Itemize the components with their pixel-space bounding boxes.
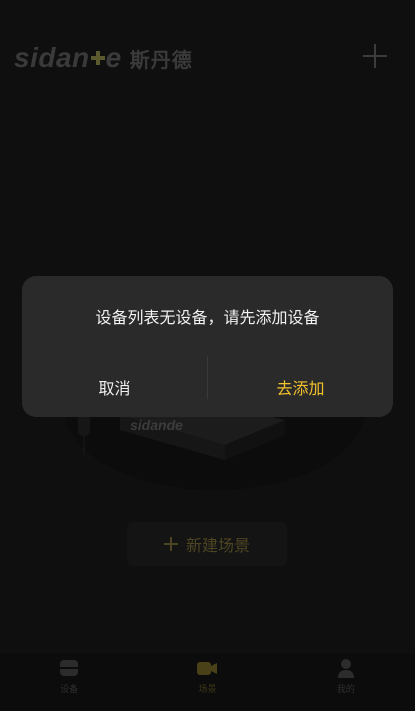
tab-scenes[interactable]: 场景 bbox=[138, 653, 276, 711]
tab-mine[interactable]: 我的 bbox=[277, 653, 415, 711]
device-icon bbox=[60, 660, 79, 676]
bottom-tab-bar: 设备 场景 我的 bbox=[0, 653, 415, 711]
brand-cross-icon bbox=[90, 51, 105, 65]
tab-mine-label: 我的 bbox=[336, 685, 355, 695]
new-scene-label: 新建场景 bbox=[185, 536, 250, 555]
brand-latin-name: sidan e bbox=[14, 42, 122, 74]
brand-latin-start: sidan bbox=[14, 42, 90, 73]
brand-chinese-name: 斯丹德 bbox=[129, 47, 193, 72]
dialog-buttons: 取消 去添加 bbox=[22, 356, 393, 417]
dialog-message: 设备列表无设备，请先添加设备 bbox=[95, 308, 320, 327]
app-screen: sidan e 斯丹德 sidande 新建场景 设备 场景 我的 设备列表无设… bbox=[0, 0, 415, 711]
cancel-button[interactable]: 取消 bbox=[22, 356, 207, 417]
illustration-brand-text: sidande bbox=[130, 417, 183, 433]
person-icon bbox=[337, 659, 354, 678]
go-add-button[interactable]: 去添加 bbox=[208, 356, 393, 417]
new-scene-button[interactable]: 新建场景 bbox=[127, 522, 287, 566]
brand-logo: sidan e 斯丹德 bbox=[14, 42, 193, 74]
add-device-icon[interactable] bbox=[363, 44, 387, 68]
no-device-dialog: 设备列表无设备，请先添加设备 取消 去添加 bbox=[22, 276, 393, 417]
camera-icon bbox=[197, 662, 218, 675]
brand-latin-end: e bbox=[105, 42, 122, 73]
tab-devices-label: 设备 bbox=[60, 685, 79, 695]
tab-devices[interactable]: 设备 bbox=[0, 653, 138, 711]
plus-icon bbox=[163, 537, 178, 551]
tab-scenes-label: 场景 bbox=[198, 685, 217, 695]
